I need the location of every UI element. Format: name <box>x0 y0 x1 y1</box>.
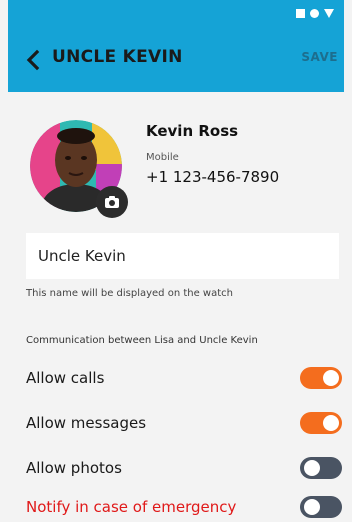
phone-number: +1 123-456-7890 <box>146 168 280 186</box>
display-name-input[interactable] <box>26 233 339 279</box>
communication-section-label: Communication between Lisa and Uncle Kev… <box>26 335 258 346</box>
back-button[interactable] <box>22 48 46 72</box>
status-bar <box>8 0 344 28</box>
allow-calls-label: Allow calls <box>26 369 105 387</box>
allow-calls-toggle[interactable] <box>300 367 342 389</box>
toggle-row-allow-calls: Allow calls <box>26 363 342 393</box>
toggle-knob <box>323 415 339 431</box>
battery-icon <box>324 9 334 18</box>
chevron-left-icon <box>26 49 40 71</box>
page-title: UNCLE KEVIN <box>52 47 183 67</box>
toggle-knob <box>304 499 320 515</box>
toggle-row-allow-photos: Allow photos <box>26 453 342 483</box>
allow-messages-label: Allow messages <box>26 414 147 432</box>
emergency-notify-label: Notify in case of emergency <box>26 498 237 516</box>
allow-photos-label: Allow photos <box>26 459 122 477</box>
phone-type-label: Mobile <box>146 152 179 163</box>
change-photo-button[interactable] <box>96 186 128 218</box>
save-button[interactable]: SAVE <box>301 50 338 64</box>
app-bar: UNCLE KEVIN SAVE <box>8 28 344 92</box>
toggle-knob <box>304 460 320 476</box>
contact-detail: Kevin Ross Mobile +1 123-456-7890 This n… <box>8 92 344 522</box>
toggle-row-emergency: Notify in case of emergency <box>26 492 342 522</box>
contact-name: Kevin Ross <box>146 122 239 140</box>
signal-icon <box>296 9 305 18</box>
wifi-icon <box>310 9 319 18</box>
display-name-hint: This name will be displayed on the watch <box>26 288 233 299</box>
toggle-row-allow-messages: Allow messages <box>26 408 342 438</box>
toggle-knob <box>323 370 339 386</box>
avatar-container <box>30 120 128 218</box>
camera-icon <box>105 196 119 208</box>
status-icons <box>296 9 334 18</box>
emergency-notify-toggle[interactable] <box>300 496 342 518</box>
allow-messages-toggle[interactable] <box>300 412 342 434</box>
allow-photos-toggle[interactable] <box>300 457 342 479</box>
